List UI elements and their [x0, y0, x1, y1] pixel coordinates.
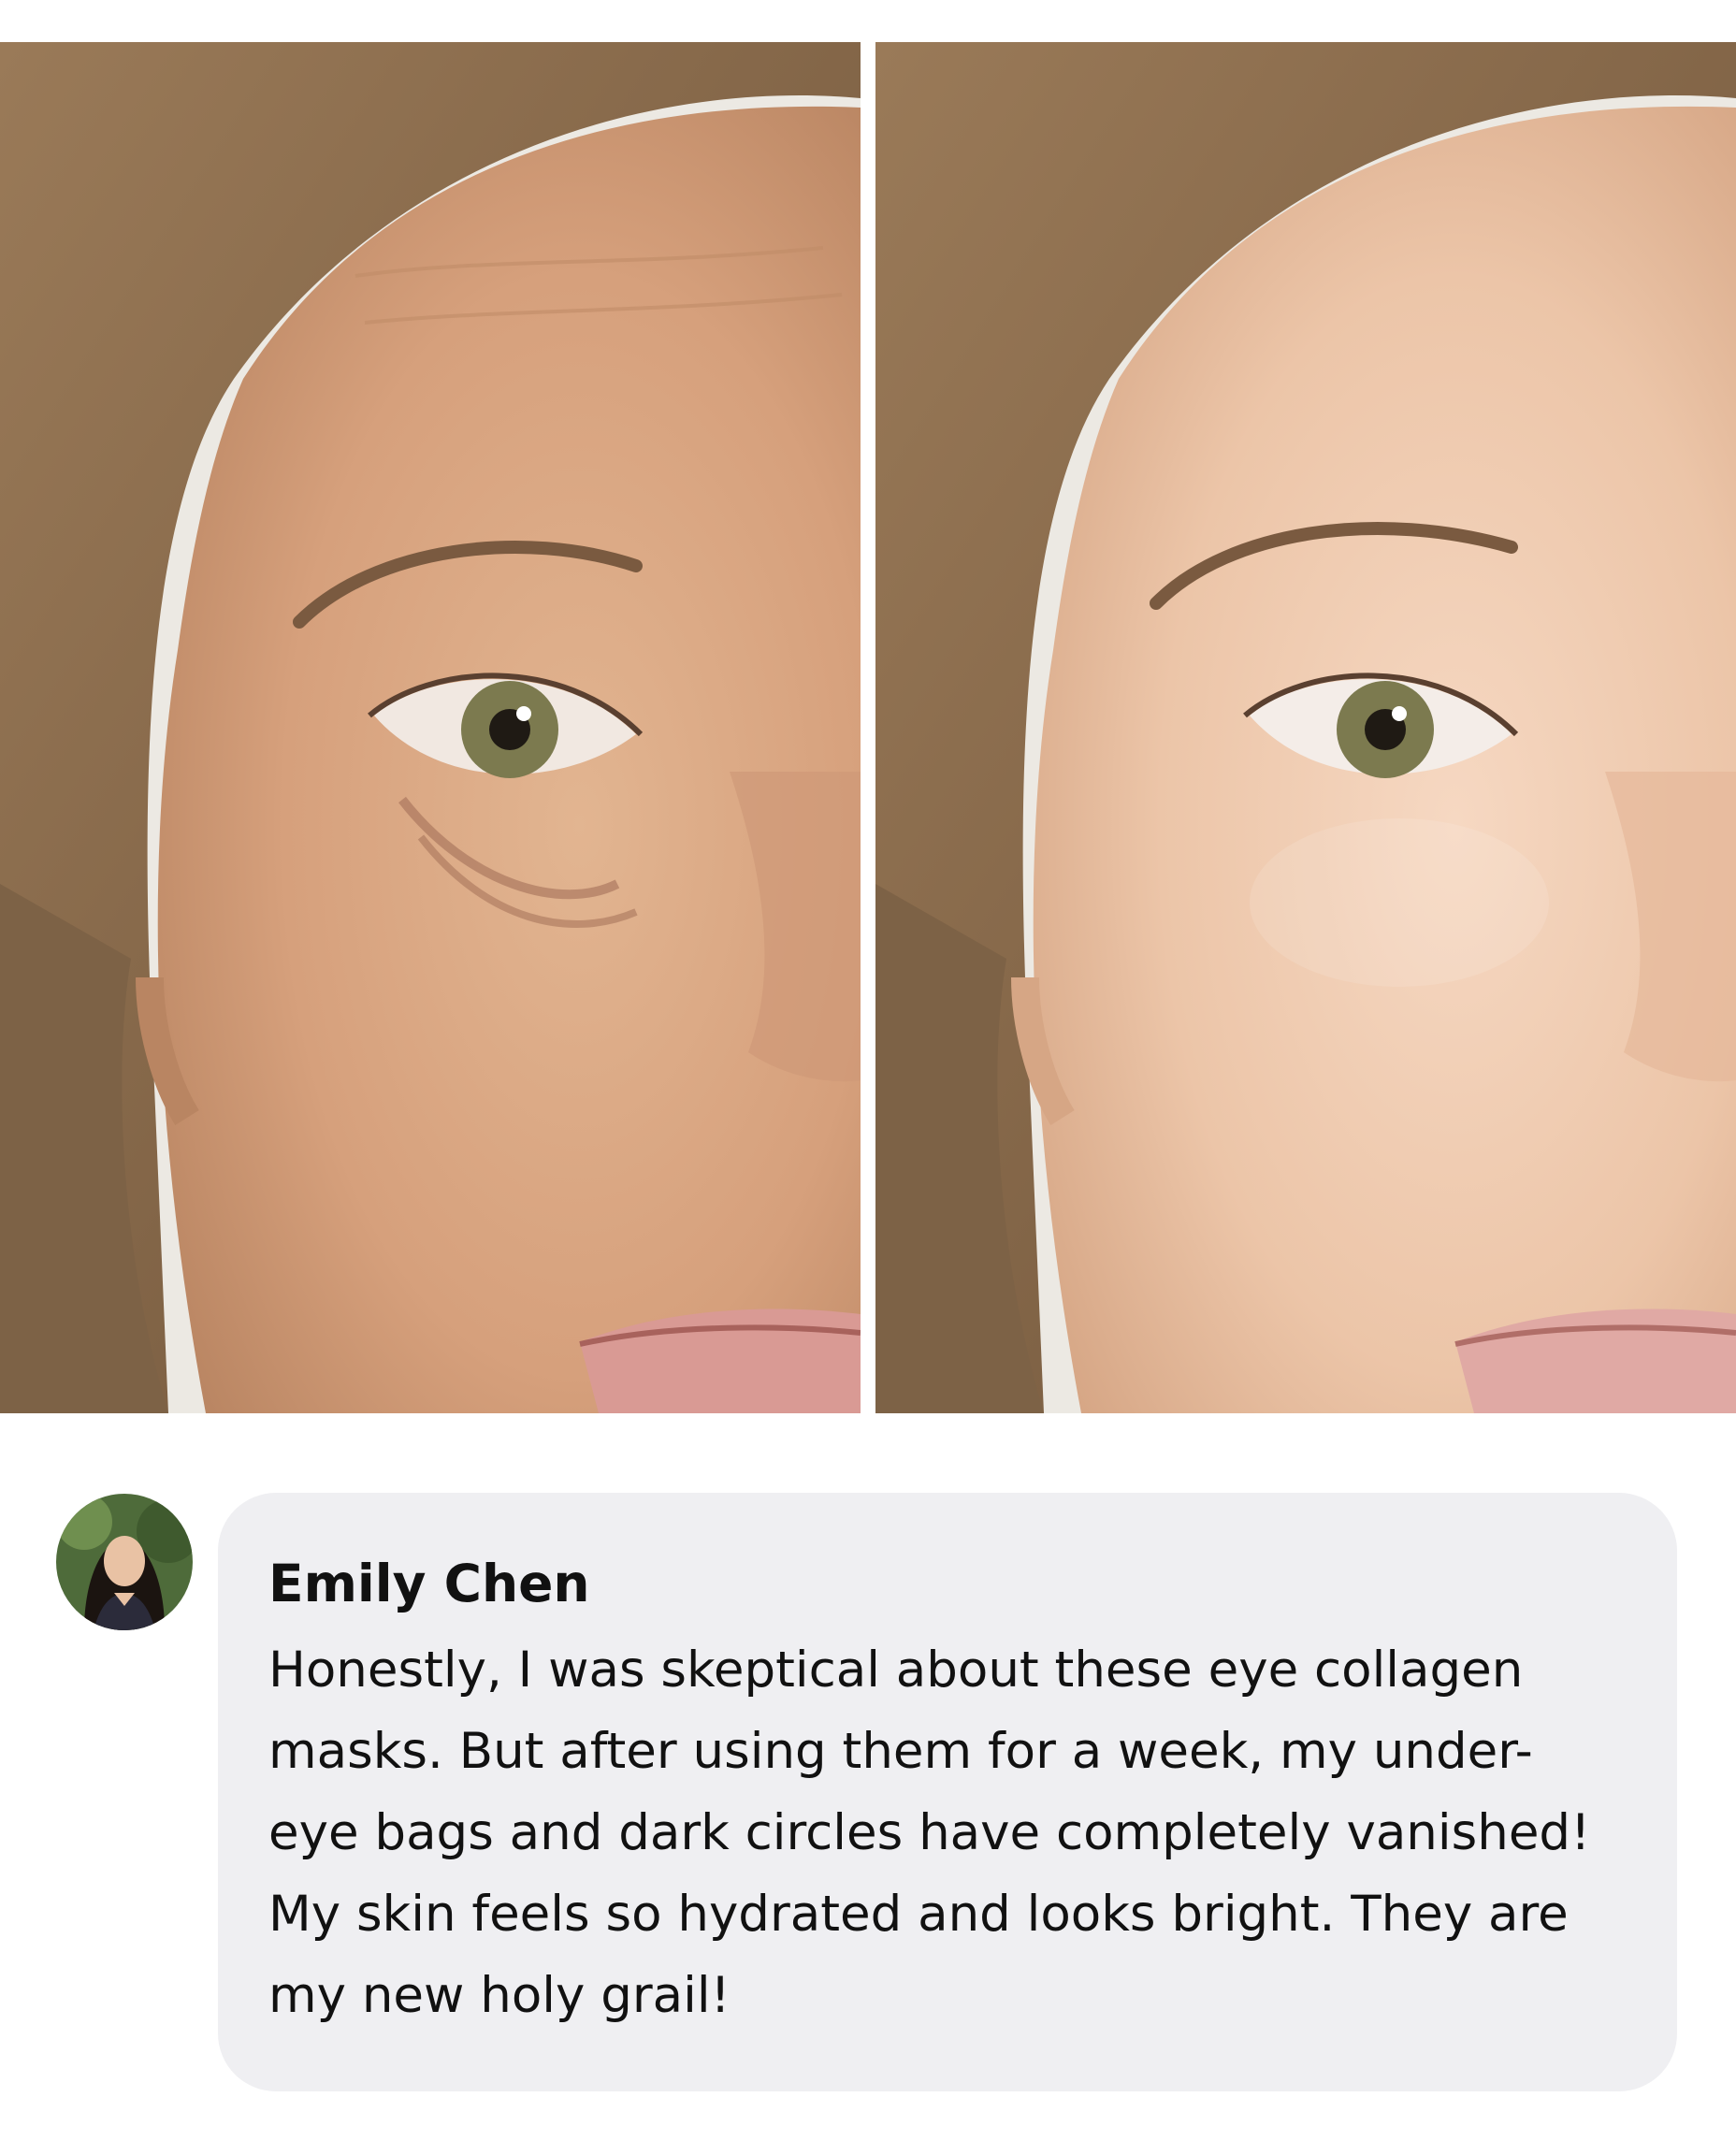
before-photo [0, 42, 861, 1413]
after-photo [875, 42, 1736, 1413]
review-text: Honestly, I was skeptical about these ey… [268, 1642, 1591, 2024]
reviewer-avatar-image [56, 1494, 193, 1630]
before-face-image [0, 42, 861, 1413]
review-bubble: Emily Chen Honestly, I was skeptical abo… [218, 1493, 1677, 2091]
after-face-image [875, 42, 1736, 1413]
reviewer-name: Emily Chen [268, 1554, 590, 1613]
avatar [56, 1494, 193, 1630]
